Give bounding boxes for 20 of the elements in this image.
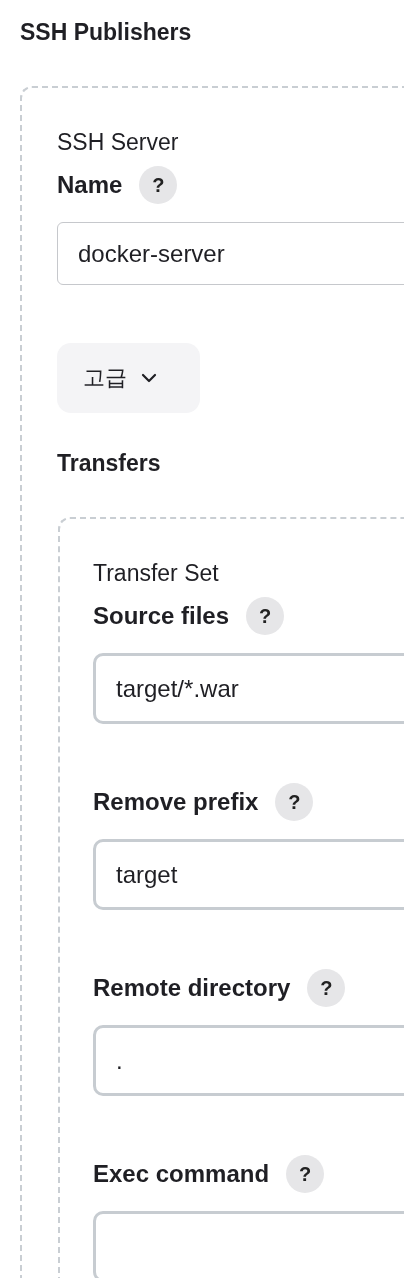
field-label: Remote directory (93, 973, 291, 1003)
section-title: SSH Publishers (20, 18, 193, 47)
help-button[interactable]: ? (246, 597, 285, 635)
field-label: Exec command (93, 1159, 270, 1189)
input-field[interactable]: docker-server (57, 222, 404, 285)
input-field[interactable]: . (93, 1025, 404, 1096)
field-label: Source files (93, 601, 230, 631)
chevron-down-icon (141, 373, 157, 383)
help-button[interactable]: ? (286, 1155, 325, 1193)
input-field[interactable]: target/*.war (93, 653, 404, 724)
server-heading: SSH Server (57, 128, 180, 157)
help-button[interactable]: ? (307, 969, 346, 1007)
transfer-set-heading: Transfer Set (93, 559, 220, 588)
help-button[interactable]: ? (275, 783, 314, 821)
help-button[interactable]: ? (139, 166, 178, 204)
field-label: Name (57, 170, 123, 200)
transfers-title: Transfers (57, 449, 162, 478)
field-label: Remove prefix (93, 787, 259, 817)
advanced-button[interactable]: 고급 (57, 343, 200, 413)
input-field[interactable]: target (93, 839, 404, 910)
